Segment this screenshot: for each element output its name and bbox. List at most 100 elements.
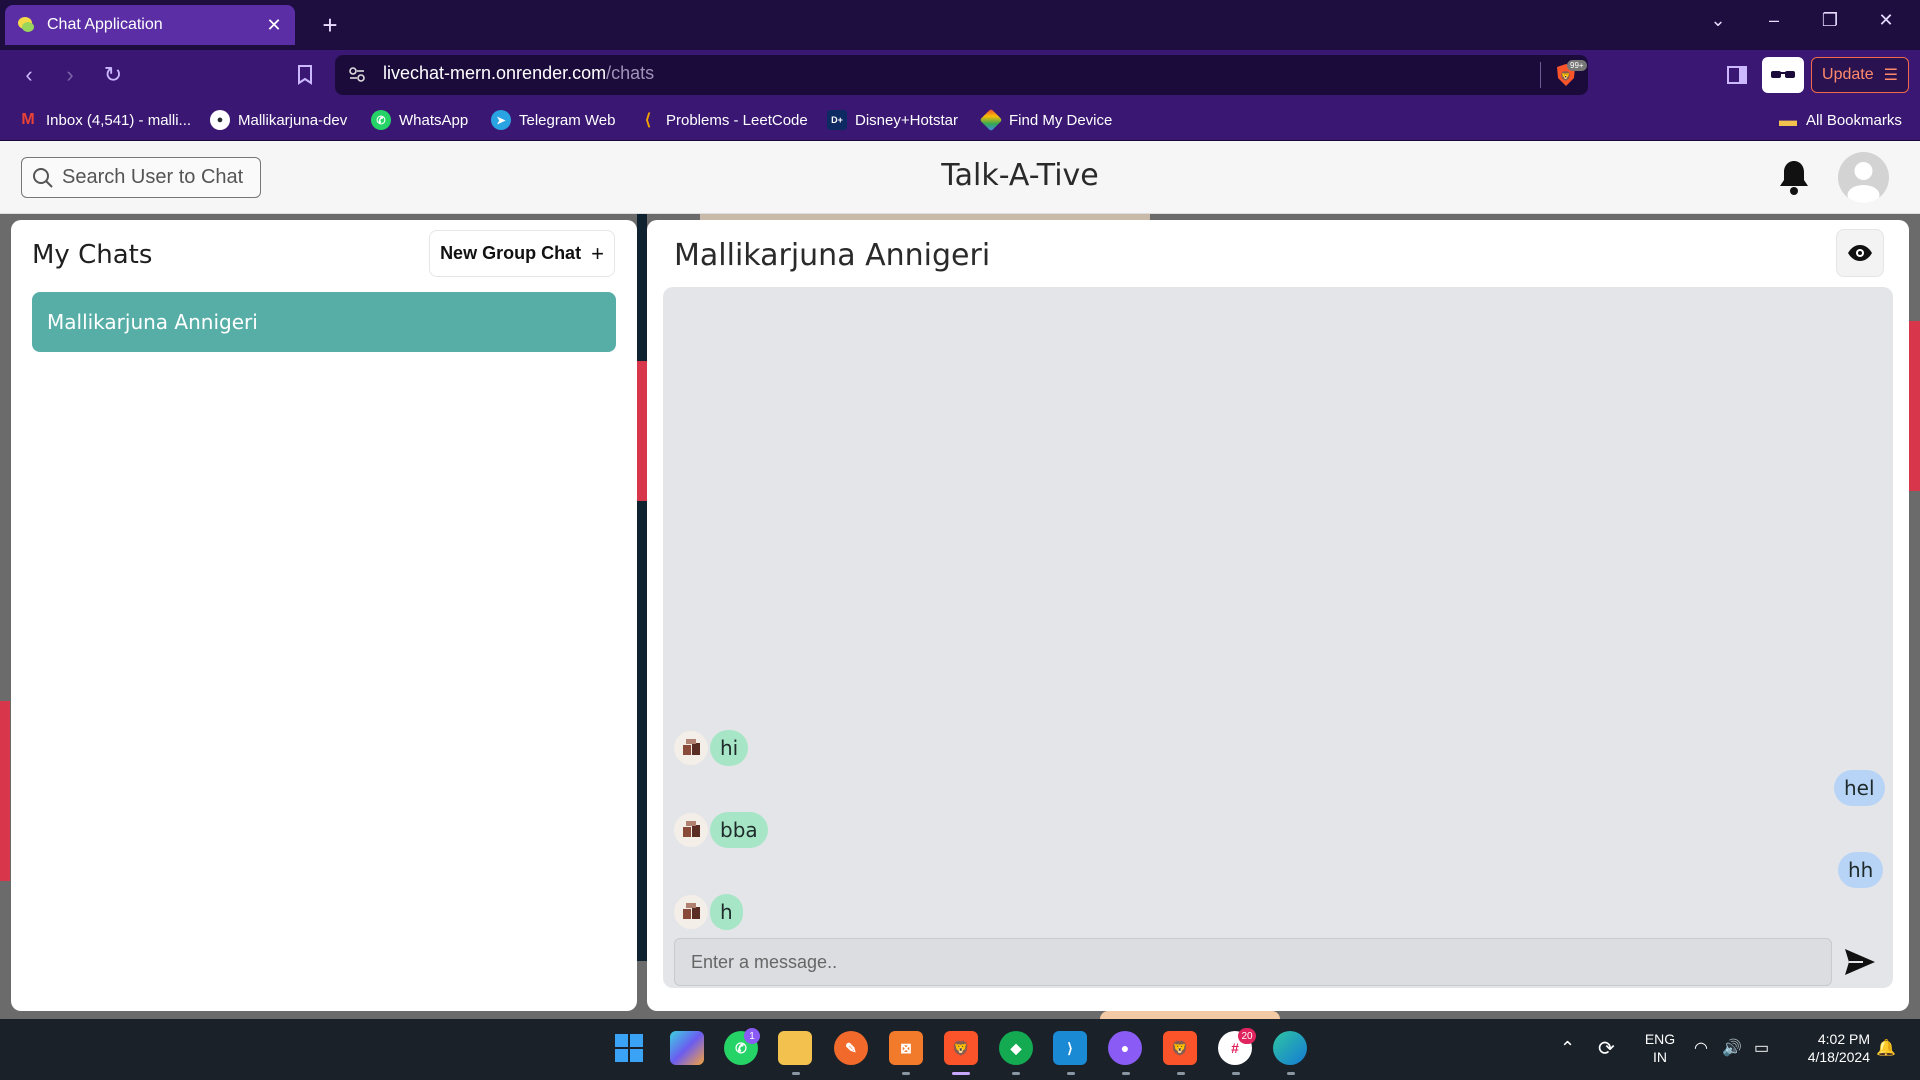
whatsapp-icon: ✆ — [371, 110, 391, 130]
vpn-glasses-icon[interactable] — [1762, 57, 1804, 93]
copilot-icon[interactable] — [670, 1031, 704, 1065]
bookmark-telegram[interactable]: ➤ Telegram Web — [491, 108, 615, 132]
notification-bell-icon[interactable] — [1777, 158, 1811, 196]
bookmark-icon[interactable] — [290, 60, 320, 90]
browser-tab[interactable]: Chat Application ✕ — [5, 5, 295, 45]
show-hidden-icons-icon[interactable]: ⌃ — [1560, 1038, 1575, 1059]
bookmark-label: Mallikarjuna-dev — [238, 111, 348, 129]
search-label: Search User to Chat — [62, 166, 244, 188]
view-profile-button[interactable] — [1836, 229, 1884, 277]
whatsapp-badge: 1 — [744, 1028, 760, 1044]
active-indicator — [952, 1072, 970, 1075]
bookmark-label: Telegram Web — [519, 111, 616, 129]
postman-icon[interactable]: ✎ — [834, 1031, 868, 1065]
send-icon[interactable] — [1842, 944, 1878, 980]
url-text: livechat-mern.onrender.com/chats — [383, 63, 654, 84]
bookmark-hotstar[interactable]: D+ Disney+Hotstar — [827, 108, 958, 132]
bookmark-find-my-device[interactable]: Find My Device — [979, 108, 1113, 132]
windows-start-icon[interactable] — [612, 1031, 646, 1065]
background-art — [0, 701, 10, 881]
minimize-button[interactable]: – — [1746, 0, 1802, 40]
bookmark-label: Disney+Hotstar — [855, 111, 958, 129]
sidebar-toggle-icon[interactable] — [1720, 57, 1754, 93]
chat-list-item-name: Mallikarjuna Annigeri — [47, 310, 258, 334]
file-explorer-icon[interactable] — [778, 1031, 812, 1065]
language-line2: IN — [1653, 1049, 1667, 1065]
vscode-icon[interactable]: ⟩ — [1053, 1031, 1087, 1065]
running-indicator — [1287, 1072, 1295, 1075]
notifications-icon[interactable]: 🔔 — [1876, 1038, 1896, 1058]
folder-icon: ▬ — [1779, 109, 1797, 130]
chat-title: Mallikarjuna Annigeri — [674, 238, 991, 273]
battery-icon[interactable]: ▭ — [1754, 1038, 1769, 1058]
url-path: /chats — [606, 63, 655, 83]
new-group-chat-button[interactable]: New Group Chat + — [429, 230, 615, 277]
language-line1: ENG — [1644, 1031, 1676, 1047]
app-brand-title: Talk-A-Tive — [941, 158, 1099, 193]
maximize-button[interactable]: ❐ — [1802, 0, 1858, 40]
address-divider — [1540, 62, 1541, 88]
url-host: livechat-mern.onrender.com — [383, 63, 607, 83]
user-avatar-button[interactable] — [1838, 152, 1889, 203]
language-indicator[interactable]: ENG IN — [1643, 1030, 1677, 1066]
bookmark-label: WhatsApp — [399, 111, 469, 129]
site-settings-icon[interactable] — [348, 65, 366, 88]
message-input[interactable]: Enter a message.. — [674, 938, 1832, 986]
forward-icon[interactable]: › — [55, 60, 85, 90]
bookmark-leetcode[interactable]: ⟨ Problems - LeetCode — [638, 108, 808, 132]
clock[interactable]: 4:02 PM 4/18/2024 — [1790, 1030, 1870, 1066]
github-desktop-icon[interactable]: ● — [1108, 1031, 1142, 1065]
background-art — [637, 201, 647, 961]
update-label: Update — [1822, 66, 1874, 83]
hotstar-icon: D+ — [827, 110, 847, 130]
message-area[interactable] — [663, 287, 1893, 988]
xampp-icon[interactable]: ⊠ — [889, 1031, 923, 1065]
new-tab-button[interactable]: + — [315, 10, 345, 40]
sender-avatar — [674, 731, 708, 765]
bookmark-github[interactable]: ● Mallikarjuna-dev — [210, 108, 347, 132]
message-bubble: hh — [1838, 852, 1884, 888]
shields-badge: 99+ — [1567, 60, 1587, 71]
chat-bubble-icon — [17, 16, 35, 34]
edge-icon[interactable] — [1273, 1031, 1307, 1065]
message-incoming: h — [674, 894, 743, 930]
tab-search-icon[interactable]: ⌄ — [1690, 0, 1746, 40]
back-icon[interactable]: ‹ — [14, 60, 44, 90]
slack-badge: 20 — [1238, 1028, 1256, 1044]
tab-title: Chat Application — [47, 16, 163, 33]
background-art — [1100, 1011, 1280, 1019]
brave-taskbar-icon[interactable]: 🦁 — [944, 1031, 978, 1065]
bookmark-gmail[interactable]: M Inbox (4,541) - malli... — [18, 108, 191, 132]
message-bubble: hi — [710, 730, 749, 766]
brave-beta-icon[interactable]: 🦁 — [1163, 1031, 1197, 1065]
github-icon: ● — [210, 110, 230, 130]
bookmark-label: Find My Device — [1009, 111, 1113, 129]
wifi-icon[interactable]: ◠ — [1694, 1038, 1708, 1058]
user-icon — [1847, 162, 1880, 203]
background-art — [1909, 321, 1920, 491]
search-user-button[interactable]: Search User to Chat — [21, 157, 261, 198]
bookmark-label: Inbox (4,541) - malli... — [46, 111, 192, 129]
close-window-button[interactable]: ✕ — [1858, 0, 1914, 40]
menu-icon: ☰ — [1883, 67, 1898, 84]
message-incoming: bba — [674, 812, 768, 848]
mongodb-compass-icon[interactable]: ◆ — [999, 1031, 1033, 1065]
new-group-chat-label: New Group Chat — [440, 243, 582, 263]
close-tab-icon[interactable]: ✕ — [265, 15, 283, 35]
bookmark-label: Problems - LeetCode — [666, 111, 808, 129]
plus-icon: + — [591, 240, 604, 266]
chat-list-item[interactable]: Mallikarjuna Annigeri — [32, 292, 616, 352]
running-indicator — [1122, 1072, 1130, 1075]
running-indicator — [902, 1072, 910, 1075]
all-bookmarks[interactable]: ▬ All Bookmarks — [1778, 108, 1902, 132]
sync-icon[interactable]: ⟳ — [1598, 1036, 1615, 1061]
sender-avatar — [674, 813, 708, 847]
background-art — [637, 361, 647, 501]
volume-icon[interactable]: 🔊 — [1722, 1038, 1742, 1058]
clock-time: 4:02 PM — [1817, 1031, 1870, 1047]
update-button[interactable]: Update ☰ — [1811, 57, 1909, 93]
message-outgoing: hh — [1838, 852, 1884, 888]
svg-text:🦁: 🦁 — [1560, 70, 1571, 82]
reload-icon[interactable]: ↻ — [98, 60, 128, 90]
bookmark-whatsapp[interactable]: ✆ WhatsApp — [371, 108, 468, 132]
